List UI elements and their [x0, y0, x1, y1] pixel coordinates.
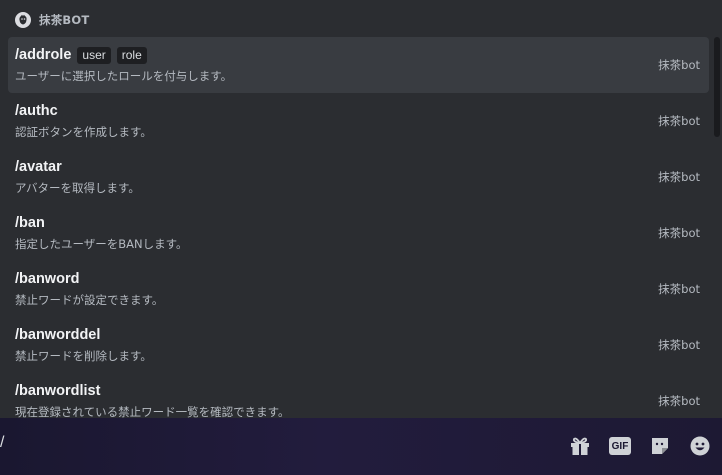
- command-option-chip: user: [77, 46, 111, 64]
- command-name: /authc: [15, 103, 58, 119]
- command-item[interactable]: /addrole user role ユーザーに選択したロールを付与します。 抹茶bot: [8, 37, 709, 93]
- scrollbar[interactable]: [714, 37, 720, 137]
- command-description: ユーザーに選択したロールを付与します。: [15, 69, 233, 83]
- command-header: /banworddel: [15, 325, 709, 345]
- message-composer: / GIF: [0, 418, 722, 475]
- bot-section-header: 抹茶BOT: [15, 11, 89, 29]
- command-header: /authc: [15, 101, 709, 121]
- command-autocomplete-popup: 抹茶BOT /addrole user role ユーザーに選択したロールを付与します…: [0, 0, 722, 418]
- command-source: 抹茶bot: [658, 58, 700, 72]
- command-header: /banword: [15, 269, 709, 289]
- command-source: 抹茶bot: [658, 114, 700, 128]
- command-source: 抹茶bot: [658, 282, 700, 296]
- command-description: 禁止ワードが設定できます。: [15, 293, 164, 307]
- emoji-icon[interactable]: [688, 434, 712, 458]
- command-description: 認証ボタンを作成します。: [15, 125, 152, 139]
- command-item[interactable]: /avatar アバターを取得します。 抹茶bot: [8, 149, 709, 205]
- command-header: /ban: [15, 213, 709, 233]
- command-item[interactable]: /banword 禁止ワードが設定できます。 抹茶bot: [8, 261, 709, 317]
- command-name: /addrole: [15, 47, 72, 63]
- gif-icon[interactable]: GIF: [608, 434, 632, 458]
- command-header: /banwordlist: [15, 381, 709, 401]
- command-name: /banwordlist: [15, 383, 101, 399]
- command-item[interactable]: /banwordlist 現在登録されている禁止ワード一覧を確認できます。 抹茶bo…: [8, 373, 709, 418]
- command-source: 抹茶bot: [658, 338, 700, 352]
- command-name: /ban: [15, 215, 45, 231]
- command-description: 現在登録されている禁止ワード一覧を確認できます。: [15, 405, 290, 418]
- bot-avatar-icon: [15, 12, 31, 28]
- command-header: /avatar: [15, 157, 709, 177]
- gift-icon[interactable]: [568, 434, 592, 458]
- command-item[interactable]: /authc 認証ボタンを作成します。 抹茶bot: [8, 93, 709, 149]
- command-name: /banword: [15, 271, 80, 287]
- command-description: 禁止ワードを削除します。: [15, 349, 152, 363]
- bot-name: 抹茶BOT: [39, 13, 90, 27]
- command-name: /avatar: [15, 159, 62, 175]
- command-list: /addrole user role ユーザーに選択したロールを付与します。 抹茶bot…: [8, 37, 709, 418]
- gif-label: GIF: [609, 437, 631, 455]
- command-name: /banworddel: [15, 327, 101, 343]
- command-option-chip: role: [116, 46, 147, 64]
- message-input[interactable]: /: [0, 434, 4, 452]
- command-item[interactable]: /ban 指定したユーザーをBANします。 抹茶bot: [8, 205, 709, 261]
- sticker-icon[interactable]: [648, 434, 672, 458]
- command-description: アバターを取得します。: [15, 181, 140, 195]
- command-item[interactable]: /banworddel 禁止ワードを削除します。 抹茶bot: [8, 317, 709, 373]
- command-source: 抹茶bot: [658, 170, 700, 184]
- command-description: 指定したユーザーをBANします。: [15, 237, 188, 251]
- command-source: 抹茶bot: [658, 226, 700, 240]
- composer-actions: GIF: [568, 434, 712, 458]
- command-header: /addrole user role: [15, 45, 709, 65]
- command-source: 抹茶bot: [658, 394, 700, 408]
